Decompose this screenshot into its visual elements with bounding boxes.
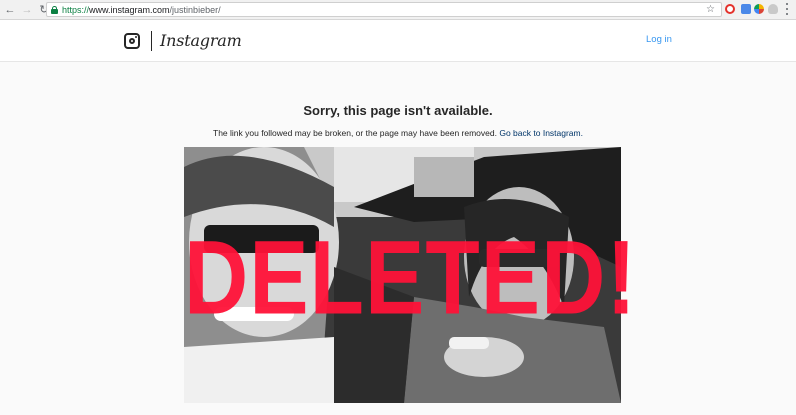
cloud-extension-icon[interactable] — [768, 4, 778, 14]
kebab-menu-icon[interactable] — [786, 3, 789, 15]
back-to-instagram-link[interactable]: Go back to Instagram. — [499, 128, 583, 138]
address-bar[interactable]: https://www.instagram.com/justinbieber/ … — [46, 2, 722, 17]
url-text: https://www.instagram.com/justinbieber/ — [62, 4, 221, 15]
error-message-text: The link you followed may be broken, or … — [213, 128, 497, 138]
deleted-stamp: DELETED! — [184, 217, 637, 336]
colorful-extension-icon[interactable] — [754, 4, 764, 14]
browser-toolbar: ← → ↻ https://www.instagram.com/justinbi… — [0, 0, 796, 20]
lock-icon — [51, 5, 58, 14]
forward-icon[interactable]: → — [20, 3, 34, 17]
instagram-header: Instagram Log in — [0, 20, 796, 62]
logo-divider — [151, 31, 152, 51]
translate-extension-icon[interactable] — [741, 4, 751, 14]
back-icon[interactable]: ← — [3, 3, 17, 17]
opera-extension-icon[interactable] — [725, 4, 735, 14]
error-title: Sorry, this page isn't available. — [303, 103, 493, 118]
login-link[interactable]: Log in — [646, 34, 672, 45]
error-message: The link you followed may be broken, or … — [0, 128, 796, 138]
instagram-camera-icon[interactable] — [124, 33, 140, 49]
star-icon[interactable]: ☆ — [706, 3, 715, 16]
instagram-wordmark[interactable]: Instagram — [160, 31, 242, 50]
